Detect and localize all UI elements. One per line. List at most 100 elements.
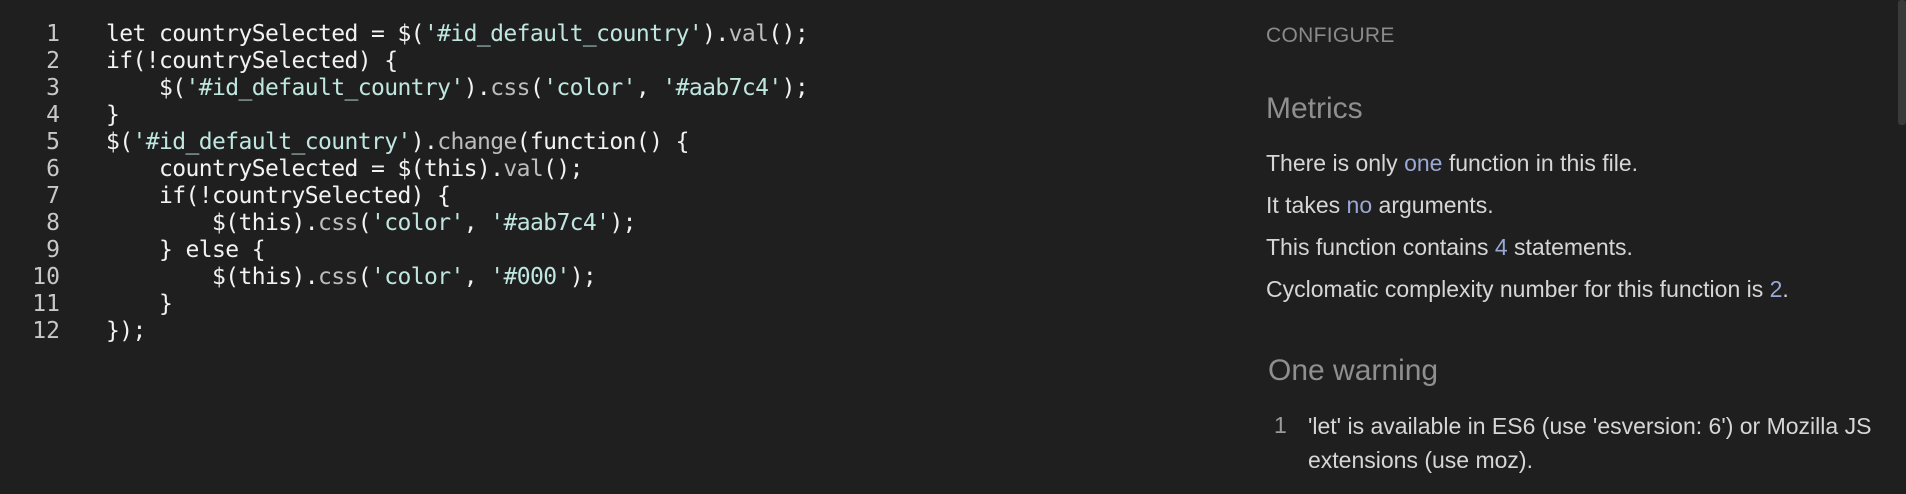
code-content: } [106,291,173,318]
line-number: 10 [32,264,60,290]
code-token: ( [357,210,372,236]
code-content: $('#id_default_country').change(function… [106,129,690,156]
code-token: 'color' [370,264,464,290]
metrics-heading: Metrics [1266,92,1363,125]
code-token: '#id_default_country' [132,129,412,155]
code-token: 'color' [370,210,464,236]
line-number: 7 [46,183,60,209]
line-number: 2 [46,48,60,74]
metric-text: It takes [1266,192,1347,218]
metric-text: . [1782,276,1789,302]
code-token: if(!countrySelected) { [106,183,451,209]
code-line[interactable]: 10 $(this).css('color', '#000'); [0,264,1230,291]
warning-message: 'let' is available in ES6 (use 'esversio… [1308,413,1872,473]
metric-text: statements. [1507,234,1633,260]
code-line[interactable]: 7 if(!countrySelected) { [0,183,1230,210]
line-number: 6 [46,156,60,182]
code-token: val [728,21,769,47]
code-token: '#000' [490,264,570,290]
code-token: css [317,264,358,290]
metric-statements: This function contains 4 statements. [1266,234,1633,261]
code-line[interactable]: 8 $(this).css('color', '#aab7c4'); [0,210,1230,237]
code-token: change [437,129,517,155]
metric-text: This function contains [1266,234,1495,260]
code-content: } else { [106,237,266,264]
code-content: }); [106,318,146,345]
line-number: 9 [46,237,60,263]
code-line[interactable]: 9 } else { [0,237,1230,264]
line-number: 3 [46,75,60,101]
metric-arguments: It takes no arguments. [1266,192,1494,219]
code-token: ); [609,210,636,236]
code-token: $(this). [106,210,319,236]
code-token: css [490,75,530,101]
code-content: $('#id_default_country').css('color', '#… [106,75,809,102]
code-content: $(this).css('color', '#aab7c4'); [106,210,637,237]
code-content: countrySelected = $(this).val(); [106,156,584,183]
code-token: val [503,156,544,182]
metric-value: one [1404,150,1443,176]
code-content: } [106,102,120,129]
code-token: , [635,75,663,101]
code-token: ); [781,75,809,101]
code-token: , [463,210,491,236]
line-number: 11 [32,291,60,317]
code-content: if(!countrySelected) { [106,183,451,210]
jshint-panel: CONFIGURE Metrics There is only one func… [1230,0,1906,494]
code-token: (); [543,156,583,182]
configure-link[interactable]: CONFIGURE [1266,24,1395,48]
code-token: countrySelected = $(this). [106,156,504,182]
code-token: '#id_default_country' [423,21,703,47]
code-token: ). [463,75,491,101]
code-content: if(!countrySelected) { [106,48,398,75]
metric-value: 2 [1769,276,1783,302]
code-token: '#aab7c4' [662,75,782,101]
warnings-heading: One warning [1268,354,1439,387]
line-number: 12 [32,318,60,344]
code-token: (); [768,21,809,47]
code-line[interactable]: 1 let countrySelected = $('#id_default_co… [0,21,1230,48]
code-token: ); [569,264,597,290]
code-token: $( [106,129,133,155]
scrollbar[interactable] [1898,0,1906,125]
code-token: ). [410,129,438,155]
metric-text: arguments. [1372,192,1494,218]
code-token: } [106,291,173,317]
code-token: let countrySelected = $( [106,21,425,47]
code-token: } else { [106,237,266,263]
metric-text: There is only [1266,150,1405,176]
code-token: css [317,210,358,236]
code-content: $(this).css('color', '#000'); [106,264,597,291]
code-content: let countrySelected = $('#id_default_cou… [106,21,809,48]
code-line[interactable]: 12}); [0,318,1230,345]
code-token: 'color' [543,75,636,101]
code-token: $(this). [106,264,319,290]
code-token: , [463,264,491,290]
code-token: $( [106,75,186,101]
code-line[interactable]: 2 if(!countrySelected) { [0,48,1230,75]
code-token: (function() { [516,129,690,155]
code-token: '#id_default_country' [185,75,464,101]
code-token: }); [106,318,146,344]
code-line[interactable]: 11 } [0,291,1230,318]
line-number: 1 [46,21,60,47]
code-token: ( [529,75,544,101]
code-line[interactable]: 4} [0,102,1230,129]
warning-line-number[interactable]: 1 [1274,412,1287,439]
line-number: 4 [46,102,60,128]
code-token: } [106,102,120,128]
code-editor[interactable]: 1 let countrySelected = $('#id_default_co… [0,0,1230,494]
code-token: ). [702,21,729,47]
line-number: 8 [46,210,60,236]
metric-complexity: Cyclomatic complexity number for this fu… [1266,276,1789,303]
metric-functions: There is only one function in this file. [1266,150,1638,177]
metric-text: Cyclomatic complexity number for this fu… [1266,276,1770,302]
code-line[interactable]: 6 countrySelected = $(this).val(); [0,156,1230,183]
metric-value: 4 [1494,234,1508,260]
code-token: if(!countrySelected) { [106,48,398,74]
code-line[interactable]: 3 $('#id_default_country').css('color', … [0,75,1230,102]
code-token: ( [357,264,372,290]
metric-value: no [1346,192,1373,218]
line-number: 5 [46,129,60,155]
code-line[interactable]: 5 $('#id_default_country').change(functio… [0,129,1230,156]
